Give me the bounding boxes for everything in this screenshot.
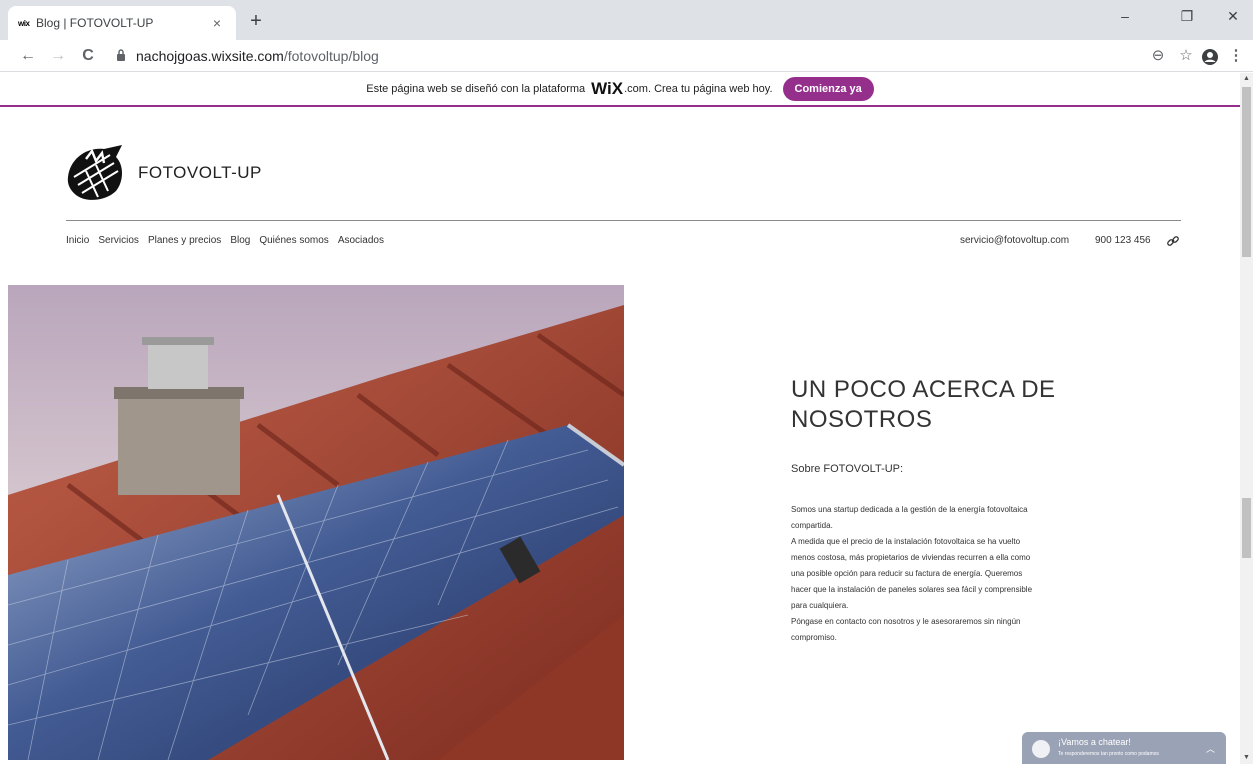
site-nav: Inicio Servicios Planes y precios Blog Q… [66,235,384,246]
window-close-icon[interactable]: ✕ [1218,8,1248,25]
browser-toolbar: ← → C nachojgoas.wixsite.com/fotovoltup/… [0,40,1253,72]
chat-title: ¡Vamos a chatear! [1058,737,1131,747]
wix-logo[interactable]: WiX [591,79,623,99]
scroll-down-icon[interactable]: ▼ [1240,752,1253,764]
profile-icon[interactable] [1201,48,1219,66]
browser-tabstrip: wix Blog | FOTOVOLT-UP × + – ❐ ✕ [0,0,1253,40]
scroll-thumb-secondary[interactable] [1242,498,1251,558]
chat-subtitle: Te responderemos tan pronto como podamos [1058,751,1159,757]
lock-icon [117,49,125,61]
menu-icon[interactable]: ⋮ [1226,46,1246,64]
solar-roof-image [8,285,624,760]
chat-widget[interactable]: ¡Vamos a chatear! Te responderemos tan p… [1022,732,1226,764]
reload-icon[interactable]: C [78,46,98,66]
wix-favicon-icon: wix [18,18,30,28]
about-title: UN POCO ACERCA DE NOSOTROS [791,376,1056,433]
url-text: nachojgoas.wixsite.com/fotovoltup/blog [136,48,379,64]
back-arrow-icon[interactable]: ← [18,46,38,66]
url-path: /fotovoltup/blog [283,48,379,64]
nav-item-asociados[interactable]: Asociados [338,235,384,246]
chevron-up-icon[interactable]: ︿ [1206,742,1215,755]
page-scrollbar[interactable]: ▲ ▼ [1240,73,1253,764]
tab-close-icon[interactable]: × [208,15,226,31]
wix-banner-text: Este página web se diseñó con la platafo… [366,83,586,95]
forward-arrow-icon[interactable]: → [48,46,68,66]
wix-banner: Este página web se diseñó con la platafo… [0,73,1240,107]
url-host: nachojgoas.wixsite.com [136,48,284,64]
contact-email[interactable]: servicio@fotovoltup.com [960,235,1069,246]
scroll-thumb[interactable] [1242,87,1251,257]
about-subtitle: Sobre FOTOVOLT-UP: [791,463,904,475]
contact-phone[interactable]: 900 123 456 [1095,235,1151,246]
about-body: Somos una startup dedicada a la gestión … [791,505,1033,642]
star-icon[interactable]: ☆ [1176,46,1196,64]
nav-item-quienes-somos[interactable]: Quiénes somos [259,235,328,246]
address-bar[interactable]: nachojgoas.wixsite.com/fotovoltup/blog [104,44,1216,70]
header-divider [66,220,1181,221]
restore-icon[interactable]: ❐ [1172,8,1202,25]
nav-item-servicios[interactable]: Servicios [98,235,139,246]
new-tab-button[interactable]: + [244,10,268,34]
nav-item-blog[interactable]: Blog [230,235,250,246]
start-now-button[interactable]: Comienza ya [782,77,874,101]
zoom-icon[interactable]: ⊖ [1148,46,1168,64]
link-icon[interactable] [1166,234,1180,248]
scroll-up-icon[interactable]: ▲ [1240,73,1253,85]
wix-banner-text-after: .com. Crea tu página web hoy. [624,83,773,95]
nav-item-planes[interactable]: Planes y precios [148,235,221,246]
brand-name[interactable]: FOTOVOLT-UP [138,163,262,183]
fotovolt-logo[interactable] [64,141,128,205]
minimize-icon[interactable]: – [1110,8,1140,24]
nav-item-inicio[interactable]: Inicio [66,235,89,246]
chat-avatar-icon [1032,740,1050,758]
tab-title: Blog | FOTOVOLT-UP [36,16,154,30]
browser-tab[interactable]: wix Blog | FOTOVOLT-UP × [8,6,236,40]
